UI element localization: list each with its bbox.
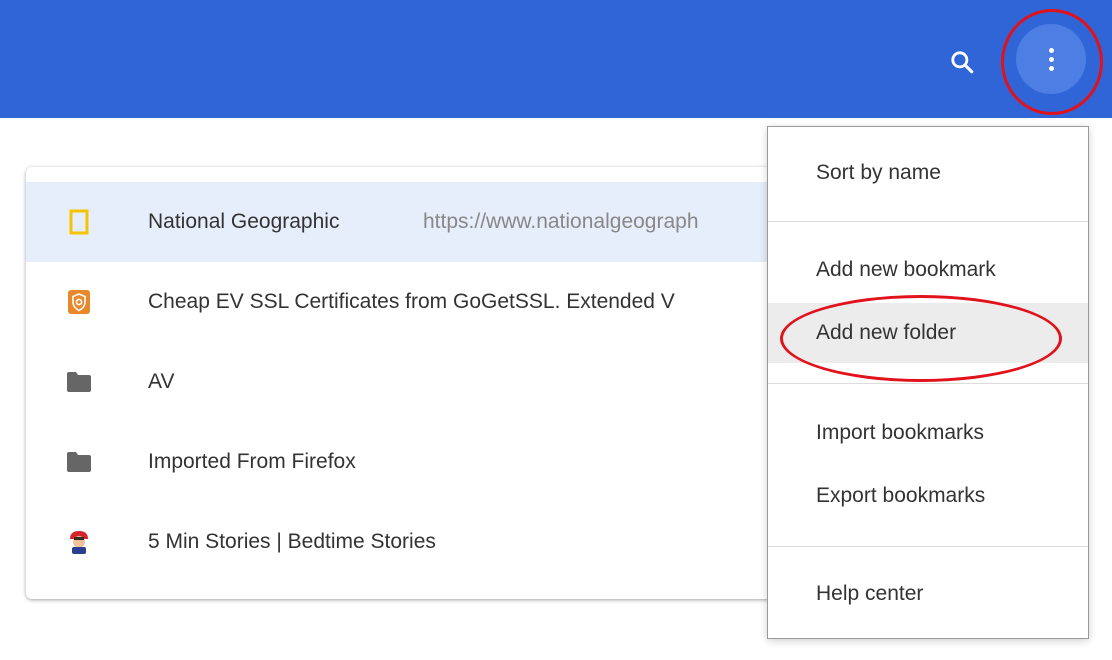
- bookmark-title: National Geographic: [148, 210, 340, 233]
- bookmark-title: Cheap EV SSL Certificates from GoGetSSL.…: [148, 290, 675, 313]
- menu-item-help-center[interactable]: Help center: [768, 564, 1088, 624]
- menu-item-export-bookmarks[interactable]: Export bookmarks: [768, 466, 1088, 526]
- menu-divider: [768, 383, 1088, 384]
- bookmark-list: National Geographic https://www.national…: [26, 167, 786, 599]
- bookmark-url: https://www.nationalgeograph: [423, 210, 699, 233]
- folder-icon: [66, 369, 92, 395]
- menu-item-sort-by-name[interactable]: Sort by name: [768, 143, 1088, 203]
- bookmark-row[interactable]: Cheap EV SSL Certificates from GoGetSSL.…: [26, 262, 786, 342]
- folder-row[interactable]: AV: [26, 342, 786, 422]
- search-button[interactable]: [940, 40, 984, 84]
- search-icon: [951, 51, 974, 74]
- more-options-button[interactable]: [1016, 24, 1086, 94]
- folder-icon: [66, 449, 92, 475]
- menu-item-add-new-bookmark[interactable]: Add new bookmark: [768, 240, 1088, 300]
- menu-divider: [768, 546, 1088, 547]
- menu-divider: [768, 221, 1088, 222]
- gogetssl-favicon: [66, 289, 92, 315]
- stories-favicon: [66, 529, 92, 555]
- folder-title: Imported From Firefox: [148, 450, 356, 473]
- bookmarks-options-menu: Sort by name Add new bookmark Add new fo…: [767, 126, 1089, 639]
- bookmark-row[interactable]: National Geographic https://www.national…: [26, 182, 786, 262]
- natgeo-favicon: [66, 209, 92, 235]
- folder-row[interactable]: Imported From Firefox: [26, 422, 786, 502]
- bookmark-title: 5 Min Stories | Bedtime Stories: [148, 530, 436, 553]
- bookmark-row[interactable]: 5 Min Stories | Bedtime Stories: [26, 502, 786, 582]
- folder-title: AV: [148, 370, 175, 393]
- menu-item-import-bookmarks[interactable]: Import bookmarks: [768, 403, 1088, 463]
- menu-item-add-new-folder[interactable]: Add new folder: [768, 303, 1088, 363]
- more-vert-icon: [1048, 47, 1054, 71]
- top-toolbar: [0, 0, 1112, 118]
